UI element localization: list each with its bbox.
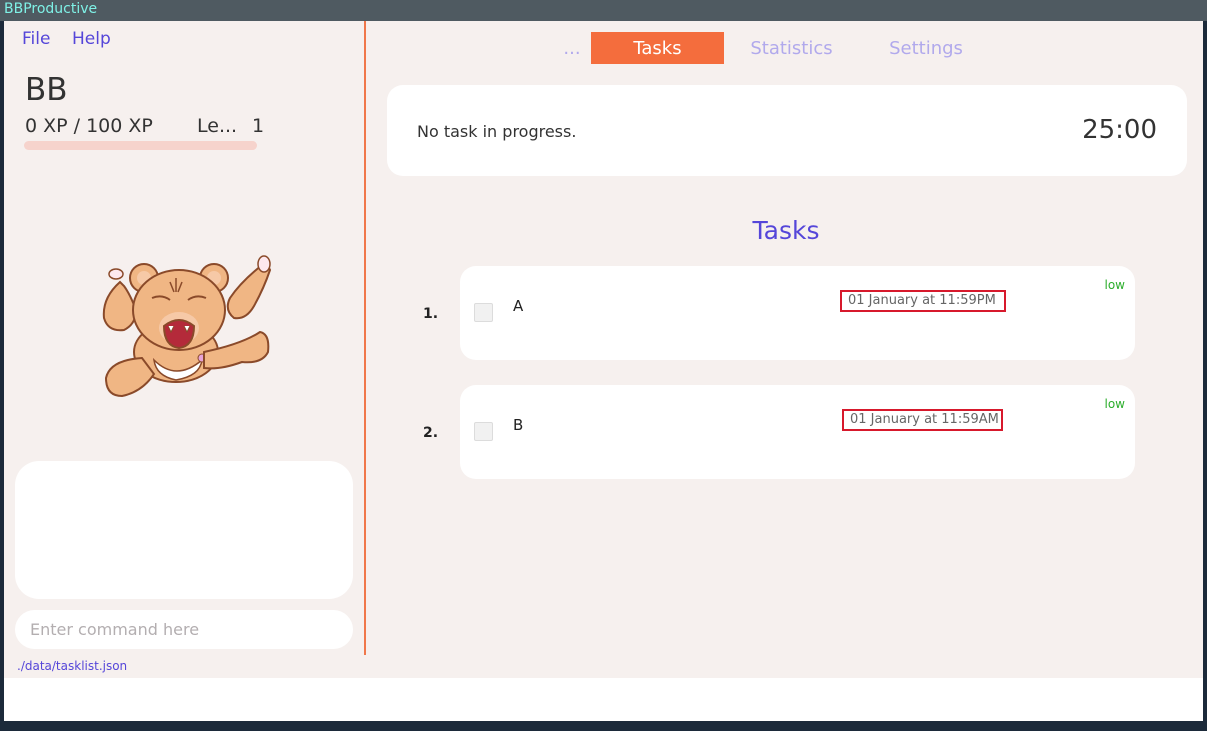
menu-help[interactable]: Help [72, 29, 111, 49]
pane-divider[interactable] [364, 21, 366, 655]
storage-file-path: ./data/tasklist.json [17, 659, 128, 673]
task-priority: low [1104, 278, 1126, 292]
task-done-checkbox[interactable] [474, 422, 493, 441]
tasks-heading: Tasks [752, 216, 820, 245]
task-priority: low [1104, 397, 1126, 411]
tab-overflow[interactable]: ... [553, 32, 591, 64]
task-card[interactable]: A 01 January at 11:59PM low [460, 266, 1135, 360]
task-index: 2. [423, 425, 439, 441]
task-name: B [513, 416, 524, 434]
task-done-checkbox[interactable] [474, 303, 493, 322]
crying-bear-icon [92, 248, 278, 404]
xp-progress-bar [24, 141, 257, 150]
tab-tasks[interactable]: Tasks [591, 32, 724, 64]
window-titlebar[interactable]: BBProductive [0, 0, 1207, 21]
menu-file[interactable]: File [22, 29, 50, 49]
task-card[interactable]: B 01 January at 11:59AM low [460, 385, 1135, 479]
tab-statistics[interactable]: Statistics [724, 32, 859, 64]
timer-display: 25:00 [1082, 115, 1157, 145]
timer-status: No task in progress. [417, 122, 577, 141]
tab-settings[interactable]: Settings [859, 32, 993, 64]
command-result-box[interactable] [15, 461, 353, 599]
command-input[interactable] [15, 610, 353, 649]
profile-name: BB [25, 72, 68, 108]
level-value: 1 [252, 115, 265, 137]
xp-label: 0 XP / 100 XP [25, 115, 153, 137]
task-name: A [513, 297, 524, 315]
bottom-strip [4, 678, 1203, 721]
task-deadline: 01 January at 11:59PM [840, 290, 1006, 312]
task-index: 1. [423, 306, 439, 322]
timer-card: No task in progress. 25:00 [387, 85, 1187, 176]
level-label: Le... [197, 115, 238, 137]
task-deadline: 01 January at 11:59AM [842, 409, 1003, 431]
window-title: BBProductive [4, 1, 98, 17]
